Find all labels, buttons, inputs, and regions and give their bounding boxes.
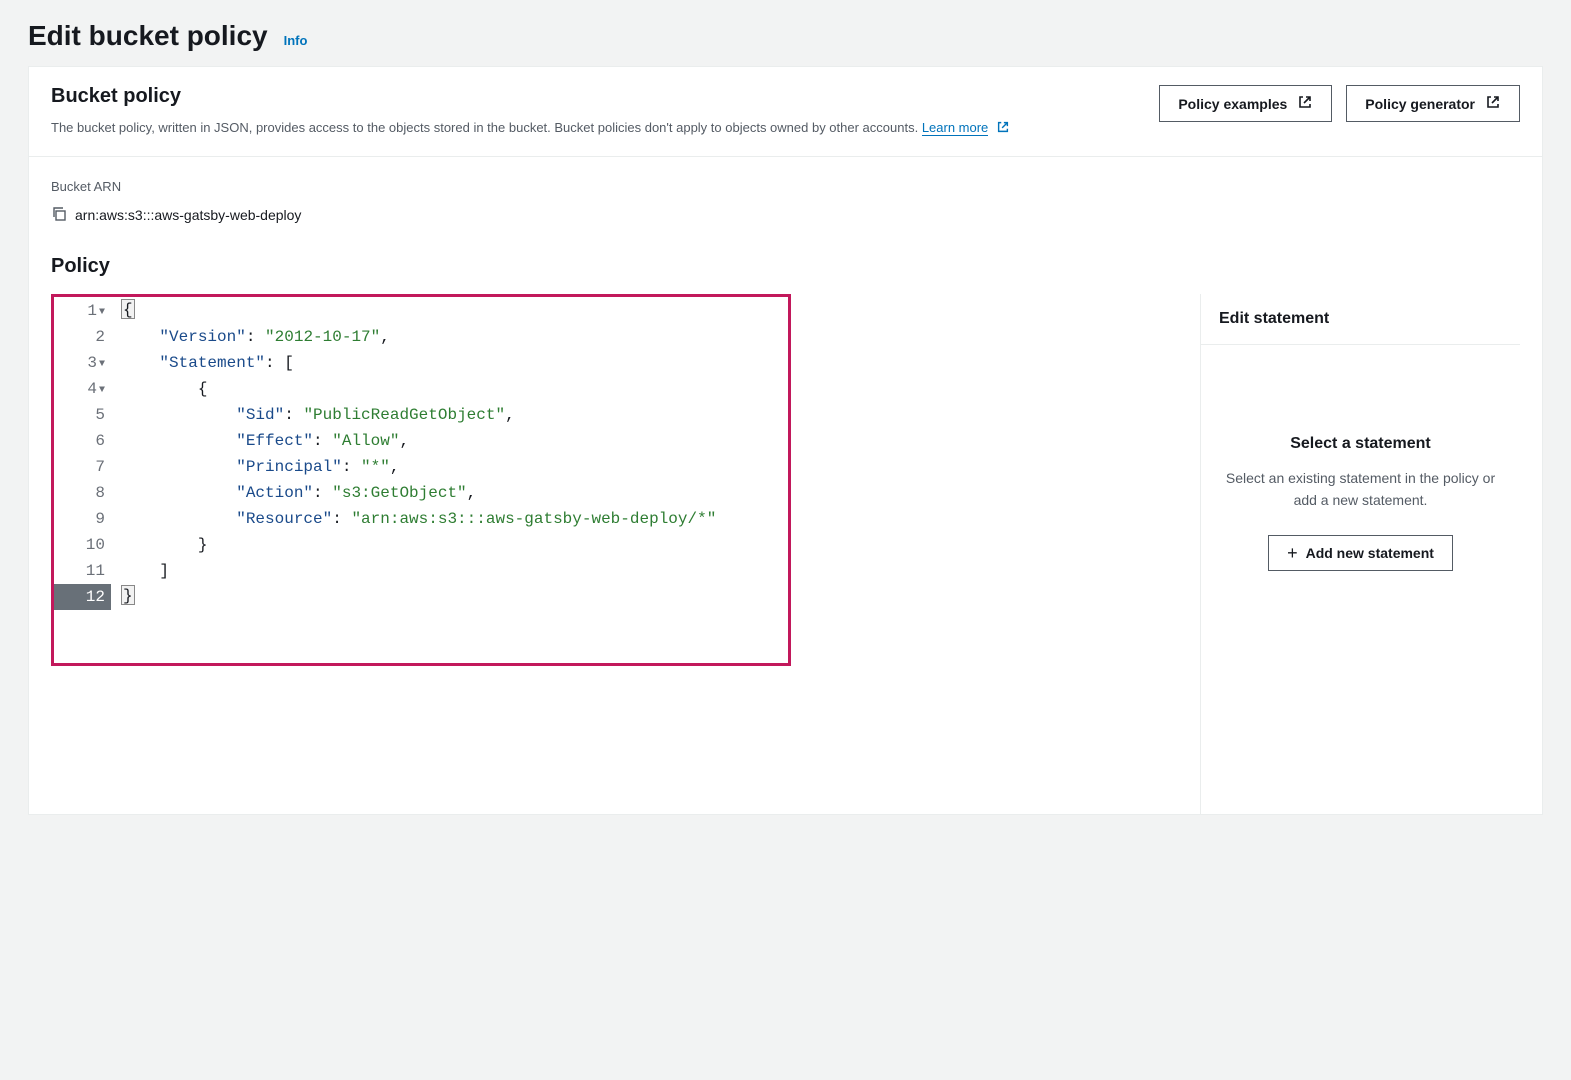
bucket-arn-label: Bucket ARN <box>51 179 1520 194</box>
line-number: 6 <box>51 428 111 454</box>
code-line[interactable]: "Sid": "PublicReadGetObject", <box>121 402 1188 428</box>
code-line[interactable]: "Effect": "Allow", <box>121 428 1188 454</box>
panel-description-text: The bucket policy, written in JSON, prov… <box>51 120 922 135</box>
code-line[interactable]: { <box>121 298 1188 324</box>
edit-statement-header: Edit statement <box>1201 294 1520 345</box>
line-number: 12 <box>51 584 111 610</box>
code-line[interactable]: } <box>121 584 1188 610</box>
plus-icon: + <box>1287 544 1298 562</box>
external-link-icon <box>1485 94 1501 113</box>
fold-caret-icon[interactable]: ▼ <box>99 378 105 404</box>
policy-examples-button[interactable]: Policy examples <box>1159 85 1332 122</box>
line-number: 10 <box>51 532 111 558</box>
external-link-icon <box>1297 94 1313 113</box>
add-new-statement-label: Add new statement <box>1306 545 1434 561</box>
policy-editor[interactable]: 1▼23▼4▼56789101112 { "Version": "2012-10-… <box>51 294 1188 814</box>
edit-statement-panel: Edit statement Select a statement Select… <box>1200 294 1520 814</box>
panel-title: Bucket policy <box>51 85 1159 108</box>
learn-more-link[interactable]: Learn more <box>922 120 988 136</box>
policy-generator-button[interactable]: Policy generator <box>1346 85 1520 122</box>
code-line[interactable]: ] <box>121 558 1188 584</box>
line-number: 11 <box>51 558 111 584</box>
line-number: 2 <box>51 324 111 350</box>
policy-examples-label: Policy examples <box>1178 96 1287 112</box>
page-title: Edit bucket policy <box>28 20 268 52</box>
code-line[interactable]: "Statement": [ <box>121 350 1188 376</box>
line-number: 8 <box>51 480 111 506</box>
policy-heading: Policy <box>51 255 1520 278</box>
line-number: 7 <box>51 454 111 480</box>
bucket-arn-value: arn:aws:s3:::aws-gatsby-web-deploy <box>75 207 301 223</box>
code-line[interactable]: { <box>121 376 1188 402</box>
line-number: 1▼ <box>51 298 111 324</box>
policy-generator-label: Policy generator <box>1365 96 1475 112</box>
line-number: 3▼ <box>51 350 111 376</box>
panel-description: The bucket policy, written in JSON, prov… <box>51 118 1159 138</box>
line-number: 5 <box>51 402 111 428</box>
line-number: 4▼ <box>51 376 111 402</box>
code-line[interactable]: } <box>121 532 1188 558</box>
select-statement-description: Select an existing statement in the poli… <box>1219 467 1502 512</box>
select-statement-title: Select a statement <box>1219 435 1502 453</box>
code-line[interactable]: "Principal": "*", <box>121 454 1188 480</box>
external-link-icon <box>992 120 1010 135</box>
fold-caret-icon[interactable]: ▼ <box>99 352 105 378</box>
copy-icon[interactable] <box>51 206 67 225</box>
cursor-position: } <box>121 585 135 605</box>
code-line[interactable]: "Action": "s3:GetObject", <box>121 480 1188 506</box>
add-new-statement-button[interactable]: + Add new statement <box>1268 535 1453 571</box>
code-line[interactable]: "Version": "2012-10-17", <box>121 324 1188 350</box>
bucket-policy-panel: Bucket policy The bucket policy, written… <box>28 66 1543 815</box>
cursor-position: { <box>121 299 135 319</box>
info-link[interactable]: Info <box>284 33 308 48</box>
code-line[interactable]: "Resource": "arn:aws:s3:::aws-gatsby-web… <box>121 506 1188 532</box>
fold-caret-icon[interactable]: ▼ <box>99 300 105 326</box>
line-number: 9 <box>51 506 111 532</box>
